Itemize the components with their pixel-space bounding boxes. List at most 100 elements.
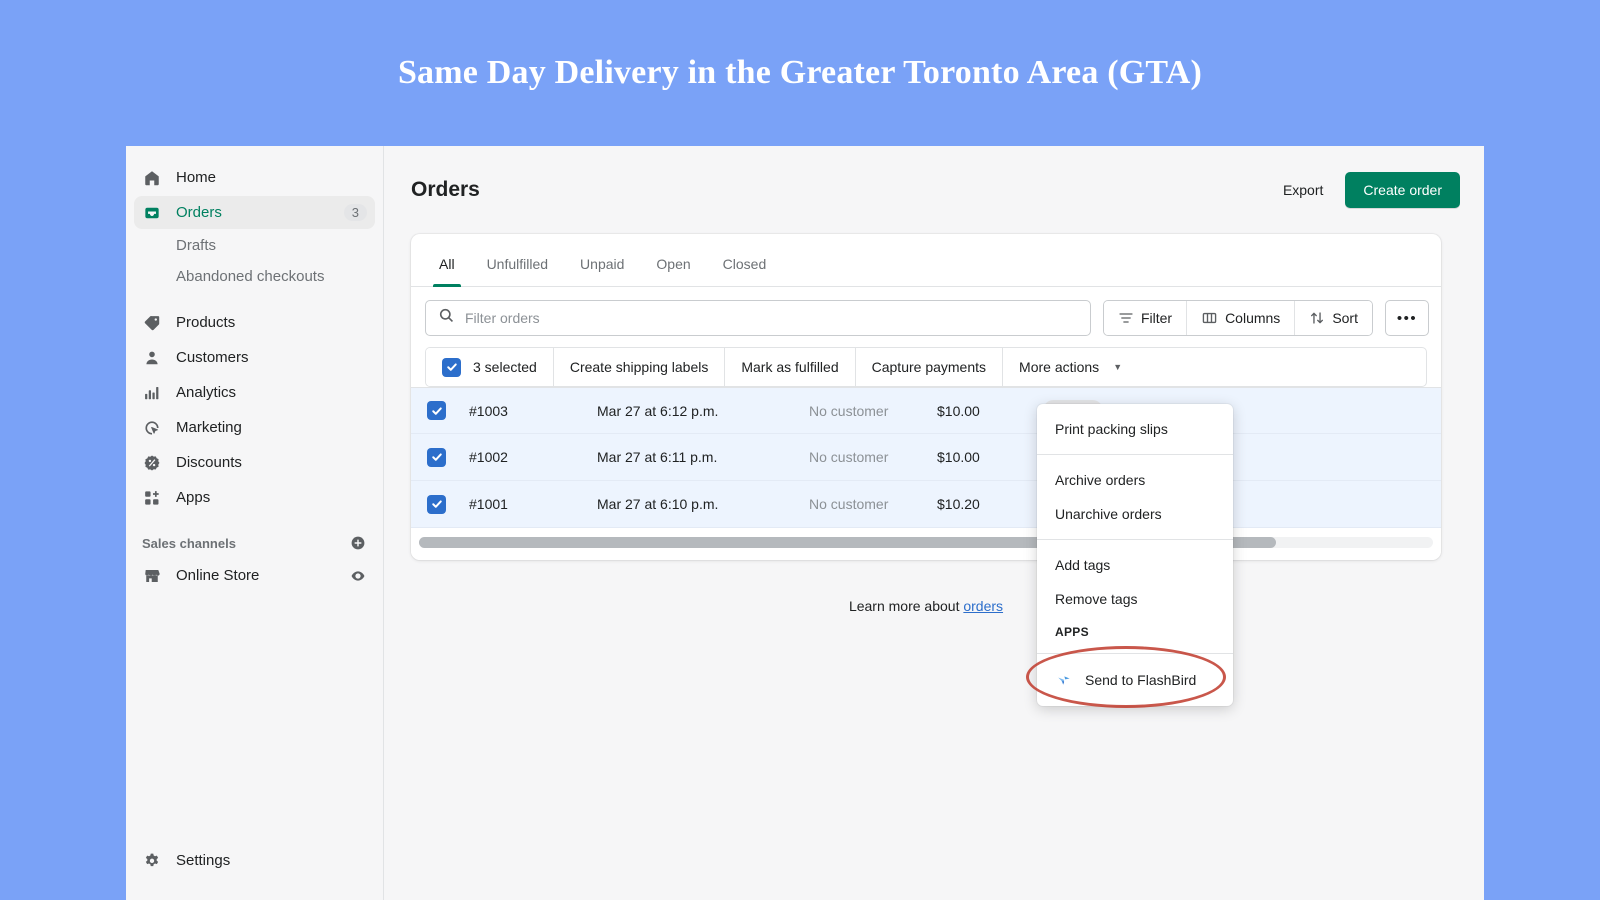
tab-all[interactable]: All — [423, 256, 471, 287]
filter-button-label: Filter — [1140, 310, 1173, 326]
row-checkbox-cell[interactable] — [427, 494, 469, 514]
tab-open[interactable]: Open — [640, 256, 706, 286]
sidebar-item-orders[interactable]: Orders 3 — [134, 196, 375, 229]
sidebar-item-marketing[interactable]: Marketing — [134, 411, 375, 444]
person-icon — [142, 348, 162, 368]
table-row[interactable]: #1001 Mar 27 at 6:10 p.m. No customer $1… — [411, 481, 1441, 528]
order-date: Mar 27 at 6:10 p.m. — [597, 496, 719, 512]
sidebar-sub-label: Drafts — [176, 237, 217, 254]
sidebar-item-discounts[interactable]: Discounts — [134, 446, 375, 479]
export-button[interactable]: Export — [1269, 174, 1337, 206]
dropdown-group-apps: Send to FlashBird — [1026, 646, 1233, 708]
sidebar-item-online-store[interactable]: Online Store — [134, 559, 375, 592]
dropdown-item-unarchive-orders[interactable]: Unarchive orders — [1037, 497, 1233, 531]
sidebar-item-label: Orders — [176, 204, 222, 221]
search-box[interactable] — [425, 300, 1091, 336]
sidebar-item-abandoned-checkouts[interactable]: Abandoned checkouts — [134, 261, 375, 292]
sort-button[interactable]: Sort — [1295, 301, 1372, 335]
create-order-button[interactable]: Create order — [1345, 172, 1460, 208]
sidebar: Home Orders 3 Drafts Abandoned checkouts… — [126, 146, 384, 900]
order-customer: No customer — [809, 496, 889, 512]
search-input[interactable] — [465, 310, 1078, 326]
sidebar-item-label: Home — [176, 169, 217, 186]
sidebar-item-label: Online Store — [176, 567, 260, 584]
table-row[interactable]: #1002 Mar 27 at 6:11 p.m. No customer $1… — [411, 434, 1441, 481]
order-total: $10.00 — [937, 402, 980, 419]
sidebar-item-settings[interactable]: Settings — [134, 844, 375, 877]
home-icon — [142, 168, 162, 188]
row-checkbox[interactable] — [427, 494, 446, 514]
more-options-button[interactable]: ••• — [1385, 300, 1429, 336]
more-actions-dropdown: Print packing slips Archive orders Unarc… — [1026, 404, 1233, 708]
sidebar-item-label: Marketing — [176, 419, 242, 436]
tab-unfulfilled[interactable]: Unfulfilled — [471, 256, 564, 286]
filter-icon — [1118, 310, 1134, 326]
page-header: Orders Export Create order — [411, 168, 1460, 212]
bar-chart-icon — [142, 383, 162, 403]
select-all-cell[interactable]: 3 selected — [426, 348, 554, 386]
orders-table: #1003 Mar 27 at 6:12 p.m. No customer $1… — [411, 387, 1441, 528]
sidebar-item-analytics[interactable]: Analytics — [134, 376, 375, 409]
dropdown-item-remove-tags[interactable]: Remove tags — [1037, 582, 1233, 616]
bulk-actions-bar: 3 selected Create shipping labels Mark a… — [425, 347, 1427, 387]
dropdown-item-send-to-flashbird[interactable]: Send to FlashBird — [1037, 662, 1233, 698]
sort-button-label: Sort — [1332, 310, 1358, 326]
table-row[interactable]: #1003 Mar 27 at 6:12 p.m. No customer $1… — [411, 387, 1441, 434]
columns-button-label: Columns — [1225, 310, 1281, 326]
row-checkbox-cell[interactable] — [427, 401, 469, 420]
banner-title: Same Day Delivery in the Greater Toronto… — [397, 54, 1203, 91]
sidebar-item-drafts[interactable]: Drafts — [134, 230, 375, 261]
orders-tabs: All Unfulfilled Unpaid Open Closed — [411, 234, 1441, 287]
more-actions-label: More actions — [1019, 359, 1100, 375]
tab-closed[interactable]: Closed — [707, 256, 783, 286]
sidebar-item-label: Analytics — [176, 384, 237, 401]
order-total: $10.20 — [937, 496, 980, 512]
dropdown-group-tags: Add tags Remove tags APPS — [1037, 539, 1233, 653]
plus-circle-icon[interactable] — [349, 534, 367, 552]
capture-payments-button[interactable]: Capture payments — [855, 348, 1004, 386]
more-actions-button[interactable]: More actions ▼ — [1003, 348, 1139, 386]
sidebar-footer: Settings — [126, 843, 383, 878]
main-content: Orders Export Create order All Unfulfill… — [384, 146, 1484, 900]
sidebar-item-apps[interactable]: Apps — [134, 481, 375, 514]
mark-as-fulfilled-button[interactable]: Mark as fulfilled — [725, 348, 856, 386]
filter-button[interactable]: Filter — [1103, 301, 1188, 335]
dropdown-item-print-packing-slips[interactable]: Print packing slips — [1037, 412, 1233, 446]
dropdown-group-print: Print packing slips — [1037, 404, 1233, 454]
apps-grid-icon — [142, 488, 162, 508]
sidebar-item-products[interactable]: Products — [134, 306, 375, 339]
selected-count-label: 3 selected — [473, 359, 537, 375]
dropdown-item-label: Send to FlashBird — [1085, 672, 1197, 688]
row-checkbox-cell[interactable] — [427, 447, 469, 467]
row-checkbox[interactable] — [427, 447, 446, 467]
page-banner: Same Day Delivery in the Greater Toronto… — [0, 0, 1600, 146]
row-checkbox[interactable] — [427, 401, 446, 420]
order-total: $10.00 — [937, 449, 980, 465]
gear-icon — [142, 851, 162, 871]
discount-percent-icon — [142, 453, 162, 473]
create-shipping-labels-button[interactable]: Create shipping labels — [553, 348, 726, 386]
chevron-down-icon: ▼ — [1113, 362, 1123, 372]
storefront-icon — [142, 566, 162, 586]
horizontal-scrollbar[interactable] — [419, 537, 1433, 548]
eye-icon[interactable] — [349, 567, 367, 585]
select-all-checkbox[interactable] — [442, 357, 461, 377]
orders-inbox-icon — [142, 203, 162, 223]
sidebar-item-customers[interactable]: Customers — [134, 341, 375, 374]
dropdown-group-archive: Archive orders Unarchive orders — [1037, 454, 1233, 539]
dropdown-item-archive-orders[interactable]: Archive orders — [1037, 463, 1233, 497]
dropdown-section-heading-apps: APPS — [1055, 625, 1089, 639]
columns-button[interactable]: Columns — [1187, 301, 1296, 335]
tab-unpaid[interactable]: Unpaid — [564, 256, 640, 286]
orders-help-link[interactable]: orders — [963, 598, 1003, 614]
dropdown-item-add-tags[interactable]: Add tags — [1037, 548, 1233, 582]
orders-card: All Unfulfilled Unpaid Open Closed Filte… — [411, 234, 1441, 560]
sidebar-item-home[interactable]: Home — [134, 161, 375, 194]
table-scroll-area — [411, 528, 1441, 560]
order-customer: No customer — [809, 402, 889, 419]
order-date: Mar 27 at 6:11 p.m. — [597, 449, 718, 465]
sidebar-item-label: Discounts — [176, 454, 242, 471]
app-window: Home Orders 3 Drafts Abandoned checkouts… — [126, 146, 1484, 900]
